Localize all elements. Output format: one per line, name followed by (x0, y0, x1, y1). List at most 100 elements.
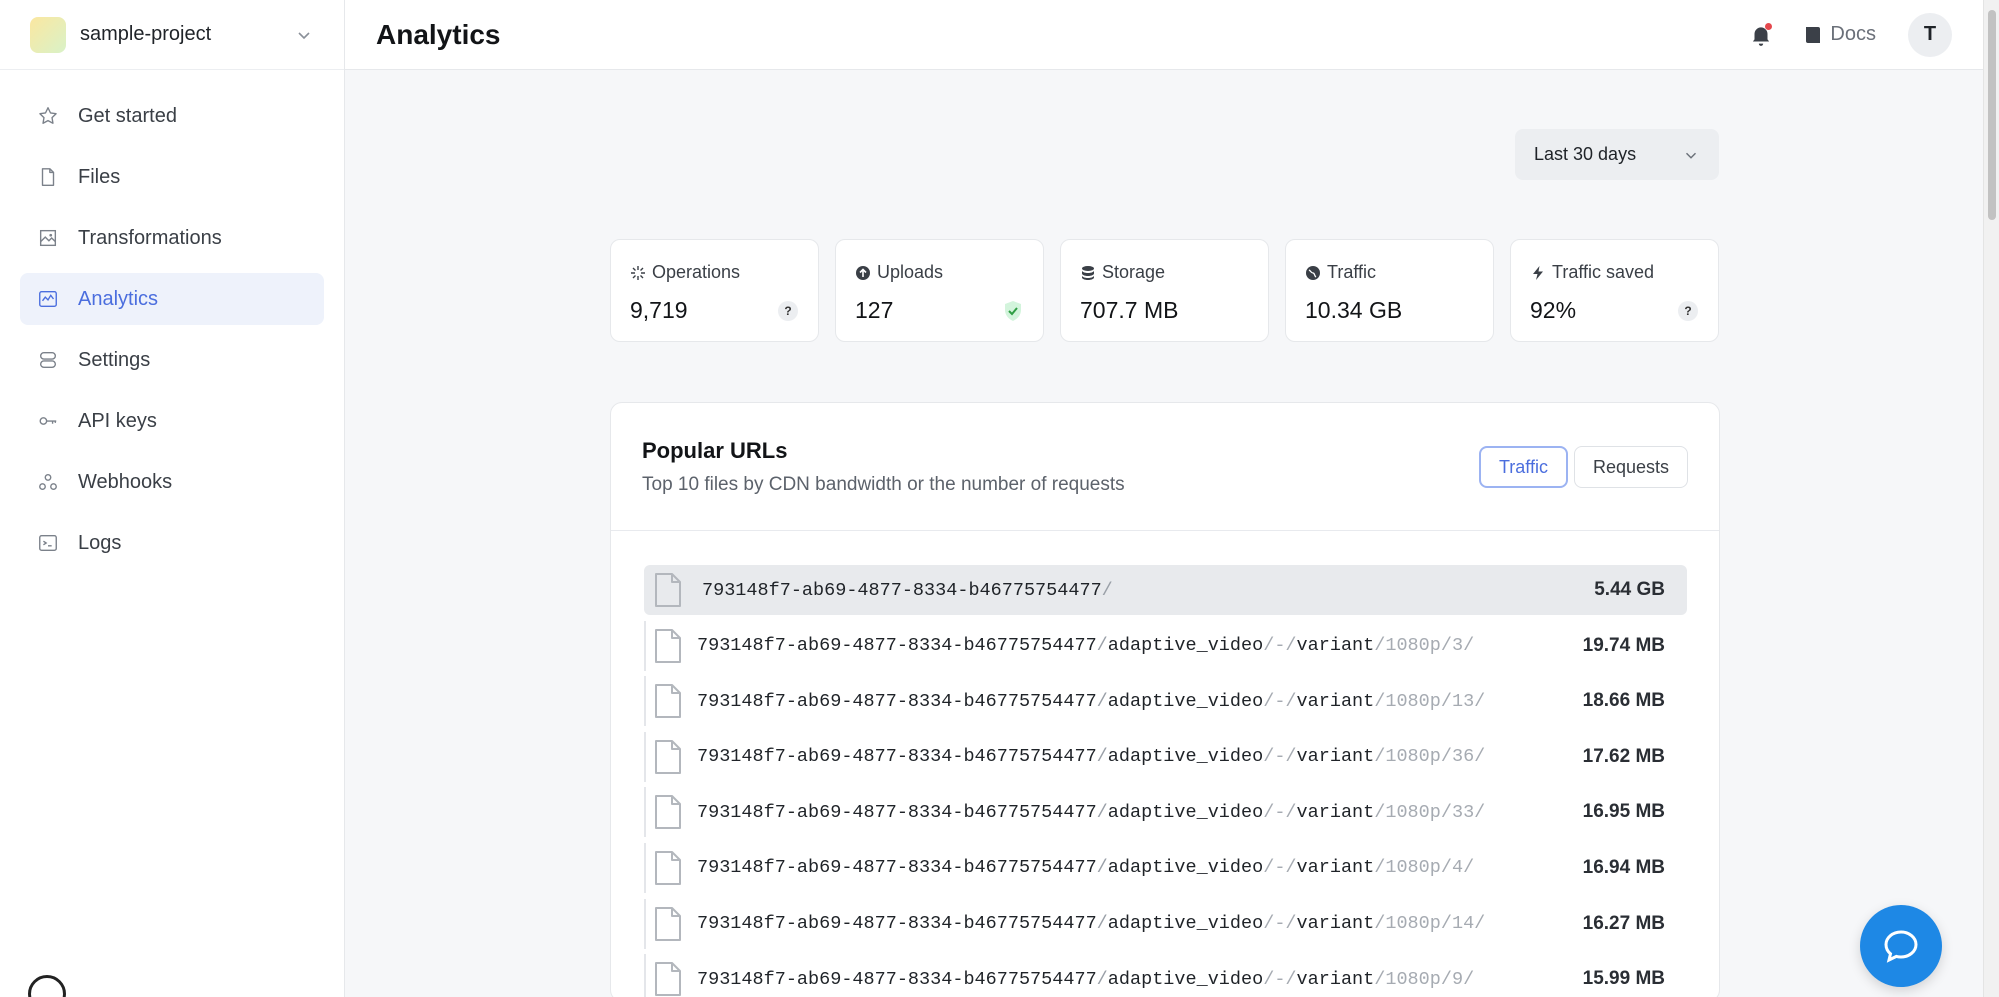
file-size: 18.66 MB (1582, 690, 1665, 712)
list-item[interactable]: 793148f7-ab69-4877-8334-b46775754477/ada… (644, 898, 1687, 949)
upload-circle-icon (855, 265, 871, 281)
terminal-icon (36, 531, 60, 555)
file-size: 5.44 GB (1594, 579, 1665, 600)
stat-value: 127 (855, 297, 894, 323)
star-icon (36, 104, 60, 128)
file-icon (36, 165, 60, 189)
sidebar-item-settings[interactable]: Settings (20, 334, 324, 386)
file-icon (653, 683, 683, 719)
sidebar-item-webhooks[interactable]: Webhooks (20, 456, 324, 508)
scrollbar[interactable] (1983, 0, 1999, 997)
url-text: 793148f7-ab69-4877-8334-b46775754477/ada… (697, 690, 1486, 712)
project-logo (30, 16, 66, 53)
stat-card-storage: Storage 707.7 MB (1060, 239, 1269, 342)
bolt-icon (1530, 265, 1546, 281)
docs-link[interactable]: Docs (1804, 23, 1876, 46)
url-text: 793148f7-ab69-4877-8334-b46775754477/ada… (697, 746, 1486, 768)
file-size: 16.27 MB (1582, 912, 1665, 934)
stat-value: 92% (1530, 297, 1577, 323)
tab-requests[interactable]: Requests (1573, 446, 1688, 488)
tab-traffic[interactable]: Traffic (1478, 446, 1568, 488)
settings-toggle-icon (36, 348, 60, 372)
file-icon (653, 906, 683, 942)
notification-dot (1765, 22, 1773, 30)
card-header: Popular URLs Top 10 files by CDN bandwid… (611, 403, 1719, 531)
stat-value: 10.34 GB (1305, 297, 1403, 323)
sidebar-item-transformations[interactable]: Transformations (20, 212, 324, 264)
chat-support-button[interactable] (1860, 905, 1942, 987)
file-icon (653, 739, 683, 775)
sidebar-nav: Get started Files Transformations Analyt… (0, 70, 344, 569)
help-badge[interactable]: ? (778, 301, 798, 321)
sidebar-item-get-started[interactable]: Get started (20, 90, 324, 142)
metric-toggle: Traffic Requests (1478, 446, 1688, 488)
stat-label: Uploads (877, 262, 944, 282)
project-switcher[interactable]: sample-project (0, 0, 344, 70)
file-icon (653, 572, 683, 608)
sidebar-item-api-keys[interactable]: API keys (20, 395, 324, 447)
page-title: Analytics (376, 18, 501, 50)
gear-icon[interactable] (28, 975, 66, 997)
book-icon (1806, 26, 1821, 43)
stat-label: Storage (1102, 262, 1166, 282)
file-icon (653, 850, 683, 886)
stat-value: 707.7 MB (1080, 297, 1179, 323)
url-text: 793148f7-ab69-4877-8334-b46775754477/ada… (697, 857, 1475, 879)
notifications-button[interactable] (1748, 22, 1774, 48)
stat-card-traffic: Traffic 10.34 GB (1285, 239, 1494, 342)
file-size: 15.99 MB (1582, 968, 1665, 990)
database-icon (1080, 265, 1096, 281)
file-size: 16.94 MB (1582, 856, 1665, 878)
shield-check-icon (1003, 301, 1023, 321)
image-transform-icon (36, 226, 60, 250)
chevron-down-icon (1685, 152, 1697, 159)
avatar[interactable]: T (1908, 12, 1952, 57)
date-range-select[interactable]: Last 30 days (1515, 129, 1719, 180)
stat-label: Traffic (1327, 262, 1377, 282)
list-item[interactable]: 793148f7-ab69-4877-8334-b46775754477/ada… (644, 731, 1687, 782)
stat-value: 9,719 (630, 297, 688, 323)
sidebar-item-label: Logs (78, 531, 122, 554)
sidebar-item-logs[interactable]: Logs (20, 517, 324, 569)
help-badge[interactable]: ? (1678, 301, 1698, 321)
stat-card-traffic-saved: Traffic saved 92% ? (1510, 239, 1719, 342)
chat-bubble-icon (1884, 930, 1918, 963)
sidebar-item-label: Settings (78, 348, 151, 371)
sidebar-item-label: Transformations (78, 226, 222, 249)
sidebar-item-files[interactable]: Files (20, 151, 324, 203)
webhook-icon (36, 470, 60, 494)
list-item[interactable]: 793148f7-ab69-4877-8334-b46775754477/ada… (644, 842, 1687, 893)
sidebar-item-analytics[interactable]: Analytics (20, 273, 324, 325)
sidebar-item-label: Files (78, 165, 121, 188)
file-icon (653, 961, 683, 997)
globe-icon (1305, 265, 1321, 281)
url-list: 793148f7-ab69-4877-8334-b46775754477/ 5.… (644, 565, 1687, 997)
list-item[interactable]: 793148f7-ab69-4877-8334-b46775754477/ada… (644, 954, 1687, 997)
stat-label: Operations (652, 262, 741, 282)
sidebar: sample-project Get started Files Transfo… (0, 0, 345, 997)
topbar: Analytics Docs T (345, 0, 1983, 70)
file-icon (653, 628, 683, 664)
scrollbar-thumb[interactable] (1988, 10, 1996, 220)
popular-urls-card: Popular URLs Top 10 files by CDN bandwid… (610, 402, 1720, 997)
url-text: 793148f7-ab69-4877-8334-b46775754477/ada… (697, 968, 1475, 990)
url-text: 793148f7-ab69-4877-8334-b46775754477/ada… (697, 913, 1486, 935)
list-item[interactable]: 793148f7-ab69-4877-8334-b46775754477/ada… (644, 620, 1687, 671)
sidebar-item-label: Analytics (78, 287, 159, 310)
list-item[interactable]: 793148f7-ab69-4877-8334-b46775754477/ada… (644, 676, 1687, 727)
file-icon (653, 794, 683, 830)
stat-card-operations: Operations 9,719 ? (610, 239, 819, 342)
url-text: 793148f7-ab69-4877-8334-b46775754477/ada… (697, 635, 1475, 657)
chevron-down-icon (298, 31, 310, 39)
sidebar-item-label: Webhooks (78, 470, 173, 493)
file-size: 16.95 MB (1582, 801, 1665, 823)
docs-label: Docs (1830, 23, 1876, 45)
sparkle-icon (630, 265, 646, 281)
stat-label: Traffic saved (1552, 262, 1655, 282)
list-item[interactable]: 793148f7-ab69-4877-8334-b46775754477/ 5.… (644, 565, 1687, 615)
list-item[interactable]: 793148f7-ab69-4877-8334-b46775754477/ada… (644, 787, 1687, 838)
analytics-icon (36, 287, 60, 311)
file-size: 17.62 MB (1582, 745, 1665, 767)
url-text: 793148f7-ab69-4877-8334-b46775754477/ada… (697, 801, 1486, 823)
stat-card-uploads: Uploads 127 (835, 239, 1044, 342)
